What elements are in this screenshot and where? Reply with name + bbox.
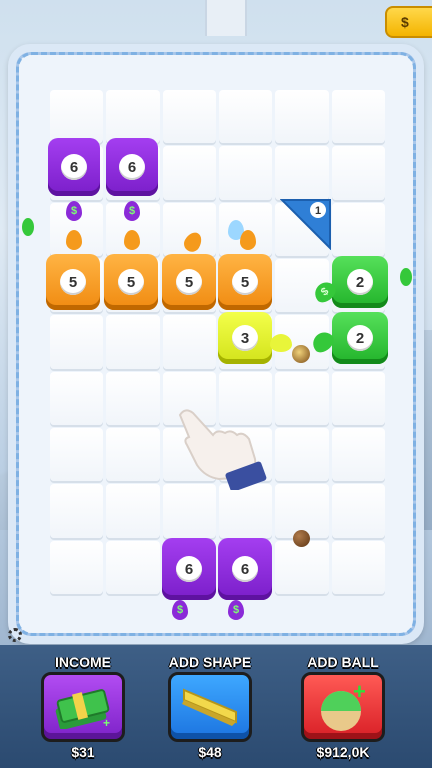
piece-value: 1 bbox=[315, 205, 321, 217]
grid-cell[interactable] bbox=[275, 371, 329, 425]
tutorial-hand-icon bbox=[178, 409, 267, 490]
settings-gear-icon[interactable] bbox=[8, 628, 22, 642]
grid-cell[interactable] bbox=[50, 427, 104, 482]
purple-money-drop: $ bbox=[172, 600, 188, 620]
piece-purple-6[interactable]: 6 bbox=[218, 538, 272, 600]
grid-cell[interactable] bbox=[50, 371, 104, 425]
shop-add-ball: ADD BALL + $912,0K bbox=[296, 652, 390, 760]
grid-cell[interactable] bbox=[275, 90, 329, 144]
orange-money-drop bbox=[124, 230, 140, 250]
grid-cell[interactable] bbox=[331, 427, 385, 482]
grid-cell[interactable] bbox=[106, 427, 160, 482]
grid-cell[interactable] bbox=[331, 540, 385, 594]
side-drop-icon bbox=[22, 218, 34, 236]
grid-cell[interactable] bbox=[50, 90, 104, 144]
shape-block-icon bbox=[182, 688, 237, 726]
dollar-icon: $ bbox=[318, 285, 332, 299]
grid-cell[interactable] bbox=[218, 484, 273, 538]
grid-cell[interactable] bbox=[162, 90, 216, 144]
grid-cell[interactable] bbox=[331, 202, 385, 256]
shop-income: INCOME + $31 bbox=[36, 652, 130, 760]
piece-value: 5 bbox=[60, 269, 86, 295]
svg-text:+: + bbox=[353, 681, 366, 704]
dollar-icon: $ bbox=[232, 604, 240, 616]
svg-text:+: + bbox=[103, 716, 110, 729]
coin-counter[interactable]: $ bbox=[385, 6, 432, 38]
grid-cell[interactable] bbox=[275, 540, 329, 594]
grid-cell[interactable] bbox=[275, 146, 329, 200]
piece-value: 3 bbox=[232, 325, 258, 351]
grid-cell[interactable] bbox=[162, 315, 216, 369]
dollar-icon: $ bbox=[70, 205, 78, 217]
grid-cell[interactable] bbox=[162, 146, 216, 200]
yellow-money-drop bbox=[270, 334, 292, 352]
add-shape-title: ADD SHAPE bbox=[168, 654, 252, 670]
piece-orange-5[interactable]: 5 bbox=[46, 254, 100, 310]
add-ball-title: ADD BALL bbox=[307, 654, 379, 670]
grid-cell[interactable] bbox=[331, 90, 385, 144]
income-price: $31 bbox=[71, 744, 95, 760]
piece-value: 2 bbox=[347, 269, 373, 295]
piece-purple-6[interactable]: 6 bbox=[48, 138, 100, 196]
grid-cell[interactable] bbox=[275, 427, 329, 482]
piece-value: 5 bbox=[118, 269, 144, 295]
dollar-icon: $ bbox=[176, 604, 184, 616]
grid-cell[interactable] bbox=[106, 315, 160, 369]
piece-yellow-3[interactable]: 3 bbox=[218, 312, 272, 364]
grid-cell[interactable] bbox=[331, 371, 385, 425]
dollar-icon: $ bbox=[128, 205, 136, 217]
piece-value: 6 bbox=[119, 154, 145, 180]
piece-value: 6 bbox=[61, 154, 87, 180]
grid-cell[interactable] bbox=[106, 371, 160, 425]
piece-value: 6 bbox=[176, 556, 202, 582]
piece-blue-triangle-1[interactable]: 1 bbox=[280, 198, 332, 250]
add-ball-price: $912,0K bbox=[316, 744, 370, 760]
piece-orange-5[interactable]: 5 bbox=[162, 254, 216, 310]
grid-cell[interactable] bbox=[50, 484, 104, 538]
piece-orange-5[interactable]: 5 bbox=[218, 254, 272, 310]
piece-green-2[interactable]: 2 bbox=[332, 312, 388, 364]
grid-cell[interactable] bbox=[331, 146, 385, 200]
top-pillar bbox=[205, 0, 247, 36]
piece-orange-5[interactable]: 5 bbox=[104, 254, 158, 310]
purple-money-drop: $ bbox=[66, 201, 82, 221]
add-shape-price: $48 bbox=[198, 744, 222, 760]
ball bbox=[293, 530, 310, 547]
purple-money-drop: $ bbox=[124, 201, 140, 221]
piece-value: 5 bbox=[176, 269, 202, 295]
piece-value: 2 bbox=[347, 325, 373, 351]
cash-stack-icon: + bbox=[55, 689, 110, 729]
orange-money-drop bbox=[240, 230, 256, 250]
orange-money-drop bbox=[66, 230, 82, 250]
piece-value: 5 bbox=[232, 269, 258, 295]
piece-purple-6[interactable]: 6 bbox=[106, 138, 158, 196]
coin-counter-label: $ bbox=[401, 14, 409, 30]
income-title: INCOME bbox=[55, 654, 111, 670]
piece-green-2[interactable]: 2 bbox=[332, 256, 388, 308]
piece-value: 6 bbox=[232, 556, 258, 582]
shop-add-shape: ADD SHAPE $48 bbox=[163, 652, 257, 760]
grid-cell[interactable] bbox=[106, 540, 160, 594]
grid-cell[interactable] bbox=[106, 484, 160, 538]
income-button[interactable]: + bbox=[41, 672, 125, 742]
add-ball-button[interactable]: + bbox=[301, 672, 385, 742]
grid-cell[interactable] bbox=[106, 90, 160, 144]
grid-cell[interactable] bbox=[218, 90, 273, 144]
ball bbox=[292, 345, 310, 363]
grid-cell[interactable] bbox=[331, 484, 385, 538]
grid-cell[interactable] bbox=[50, 315, 104, 369]
add-shape-button[interactable] bbox=[168, 672, 252, 742]
piece-purple-6[interactable]: 6 bbox=[162, 538, 216, 600]
side-drop-icon bbox=[400, 268, 412, 286]
grid-cell[interactable] bbox=[50, 540, 104, 594]
ball-plus-icon: + bbox=[321, 681, 366, 731]
grid-cell[interactable] bbox=[218, 146, 273, 200]
grid-cell[interactable] bbox=[162, 484, 216, 538]
purple-money-drop: $ bbox=[228, 600, 244, 620]
